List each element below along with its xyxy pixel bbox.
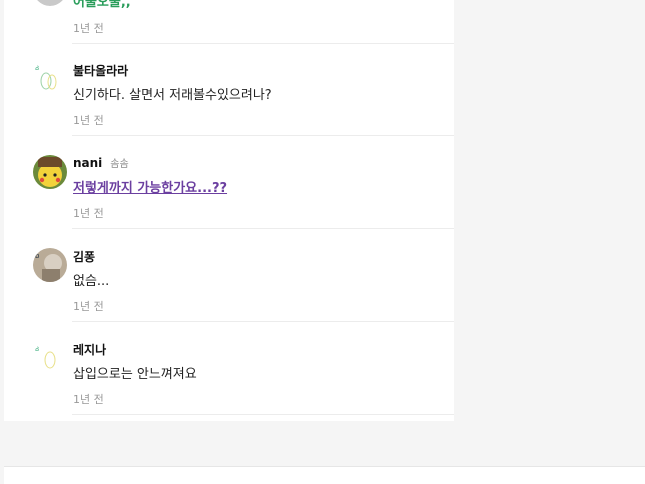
divider <box>72 135 454 136</box>
comment-time: 1년 전 <box>73 300 104 313</box>
comment-time: 1년 전 <box>73 22 104 35</box>
comment-text: 없슴... <box>73 274 110 289</box>
svg-text:b: b <box>35 252 40 260</box>
author-badge: 솜솜 <box>110 159 129 170</box>
background-area <box>454 0 645 421</box>
divider <box>72 414 454 415</box>
comment-time: 1년 전 <box>73 114 104 127</box>
author-name[interactable]: nani <box>73 156 102 170</box>
user-avatar[interactable] <box>33 0 67 6</box>
comment-text-link[interactable]: 저렇게까지 가능한가요...?? <box>73 177 227 196</box>
comment-author[interactable]: nani 솜솜 <box>73 155 129 170</box>
user-avatar[interactable] <box>33 155 67 189</box>
comment-time: 1년 전 <box>73 207 104 220</box>
next-section-card <box>4 466 645 484</box>
comment-author[interactable]: 김퐁 <box>73 248 95 265</box>
comment-author[interactable]: 레지나 <box>73 341 106 358</box>
divider <box>72 228 454 229</box>
comment-text: 어울오울,, <box>73 0 131 10</box>
svg-text:B: B <box>35 65 39 72</box>
comment-time: 1년 전 <box>73 393 104 406</box>
comment-text: 삽입으로는 안느껴져요 <box>73 367 197 382</box>
divider <box>72 321 454 322</box>
comment-list: 어울오울,, 1년 전 B 불타올라라 신기하다. 살면서 저래볼수있으려나? … <box>4 0 454 421</box>
comment-author[interactable]: 불타올라라 <box>73 62 128 79</box>
user-avatar[interactable]: b <box>33 248 67 282</box>
user-avatar[interactable]: B <box>33 341 67 375</box>
comment-text: 신기하다. 살면서 저래볼수있으려나? <box>73 88 272 103</box>
user-avatar[interactable]: B <box>33 60 67 94</box>
svg-text:B: B <box>35 346 39 353</box>
divider <box>72 43 454 44</box>
